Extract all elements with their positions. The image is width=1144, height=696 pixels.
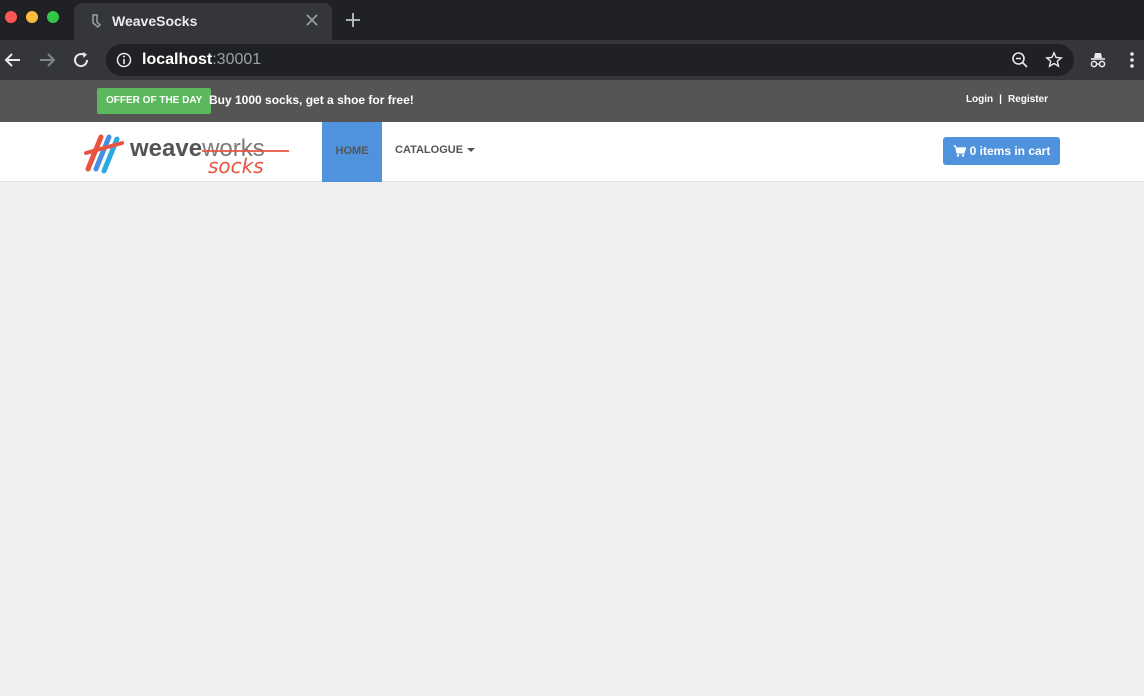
window-close-button[interactable]: [5, 11, 17, 23]
browser-toolbar: localhost:30001: [0, 40, 1144, 80]
info-icon[interactable]: [116, 52, 132, 68]
address-bar[interactable]: localhost:30001: [106, 44, 1074, 76]
site-navbar: weaveworks socks HOME CATALOGUE 0 items …: [0, 122, 1144, 182]
forward-arrow-icon[interactable]: [37, 50, 57, 70]
zoom-out-icon[interactable]: [1011, 51, 1029, 69]
auth-separator: |: [999, 94, 1002, 105]
browser-tab[interactable]: WeaveSocks: [74, 3, 332, 40]
sock-favicon-icon: [92, 14, 102, 29]
offer-text: Buy 1000 socks, get a shoe for free!: [209, 93, 414, 107]
address-url: localhost:30001: [142, 51, 261, 69]
nav-catalogue-label: CATALOGUE: [395, 144, 464, 156]
browser-tab-bar: WeaveSocks: [0, 0, 1144, 40]
reload-icon[interactable]: [71, 50, 91, 70]
login-link[interactable]: Login: [966, 94, 993, 105]
back-arrow-icon[interactable]: [3, 50, 23, 70]
tab-title: WeaveSocks: [112, 13, 198, 29]
nav-home[interactable]: HOME: [322, 122, 382, 182]
caret-down-icon: [467, 148, 476, 153]
offer-badge[interactable]: OFFER OF THE DAY: [97, 88, 212, 114]
kebab-menu-icon[interactable]: [1124, 50, 1140, 70]
window-minimize-button[interactable]: [26, 11, 38, 23]
nav-catalogue[interactable]: CATALOGUE: [395, 144, 476, 156]
weaveworks-socks-logo[interactable]: weaveworks socks: [84, 129, 294, 177]
url-host: localhost: [142, 51, 213, 68]
logo-primary-text: weave: [129, 135, 202, 162]
incognito-icon[interactable]: [1088, 50, 1108, 70]
logo-sub-text: socks: [208, 154, 264, 177]
cart-label: 0 items in cart: [969, 144, 1051, 158]
new-tab-icon[interactable]: [344, 11, 362, 29]
auth-links: Login | Register: [966, 94, 1048, 105]
shopping-cart-icon: [953, 145, 966, 157]
url-port: :30001: [212, 51, 262, 68]
window-maximize-button[interactable]: [47, 11, 59, 23]
cart-button[interactable]: 0 items in cart: [943, 137, 1060, 165]
site-top-bar: OFFER OF THE DAY Buy 1000 socks, get a s…: [0, 80, 1144, 122]
close-tab-icon[interactable]: [304, 12, 320, 28]
bookmark-star-icon[interactable]: [1045, 51, 1063, 69]
register-link[interactable]: Register: [1008, 94, 1048, 105]
main-content: [0, 182, 1144, 696]
